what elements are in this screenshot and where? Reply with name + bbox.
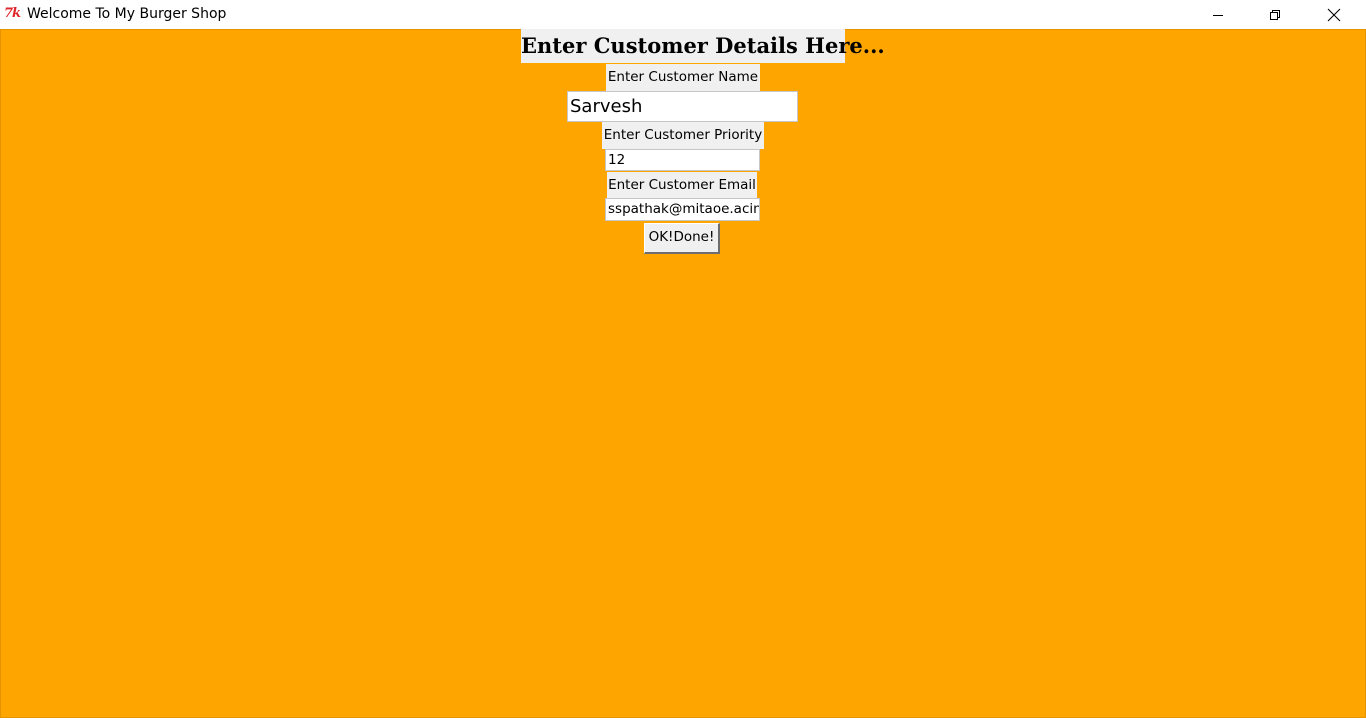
- customer-email-input[interactable]: sspathak@mitaoe.acin: [605, 198, 760, 221]
- customer-name-input[interactable]: Sarvesh: [567, 91, 798, 122]
- form-heading: Enter Customer Details Here...: [521, 29, 885, 63]
- customer-name-label: Enter Customer Name: [606, 64, 760, 91]
- restore-icon: [1270, 9, 1280, 20]
- title-bar[interactable]: 7k Welcome To My Burger Shop: [0, 0, 1366, 29]
- tk-app-icon: 7k: [4, 6, 21, 21]
- close-button[interactable]: [1305, 0, 1363, 29]
- customer-email-value: sspathak@mitaoe.acin: [608, 201, 760, 217]
- restore-button[interactable]: [1246, 0, 1304, 29]
- minimize-button[interactable]: [1189, 0, 1247, 29]
- customer-email-label: Enter Customer Email: [607, 172, 757, 198]
- close-icon: [1327, 8, 1341, 21]
- customer-priority-label: Enter Customer Priority: [602, 122, 764, 149]
- minimize-icon: [1213, 14, 1223, 16]
- window-title: Welcome To My Burger Shop: [27, 6, 227, 22]
- customer-priority-input[interactable]: 12: [605, 149, 760, 171]
- ok-done-button[interactable]: OK!Done!: [644, 223, 720, 254]
